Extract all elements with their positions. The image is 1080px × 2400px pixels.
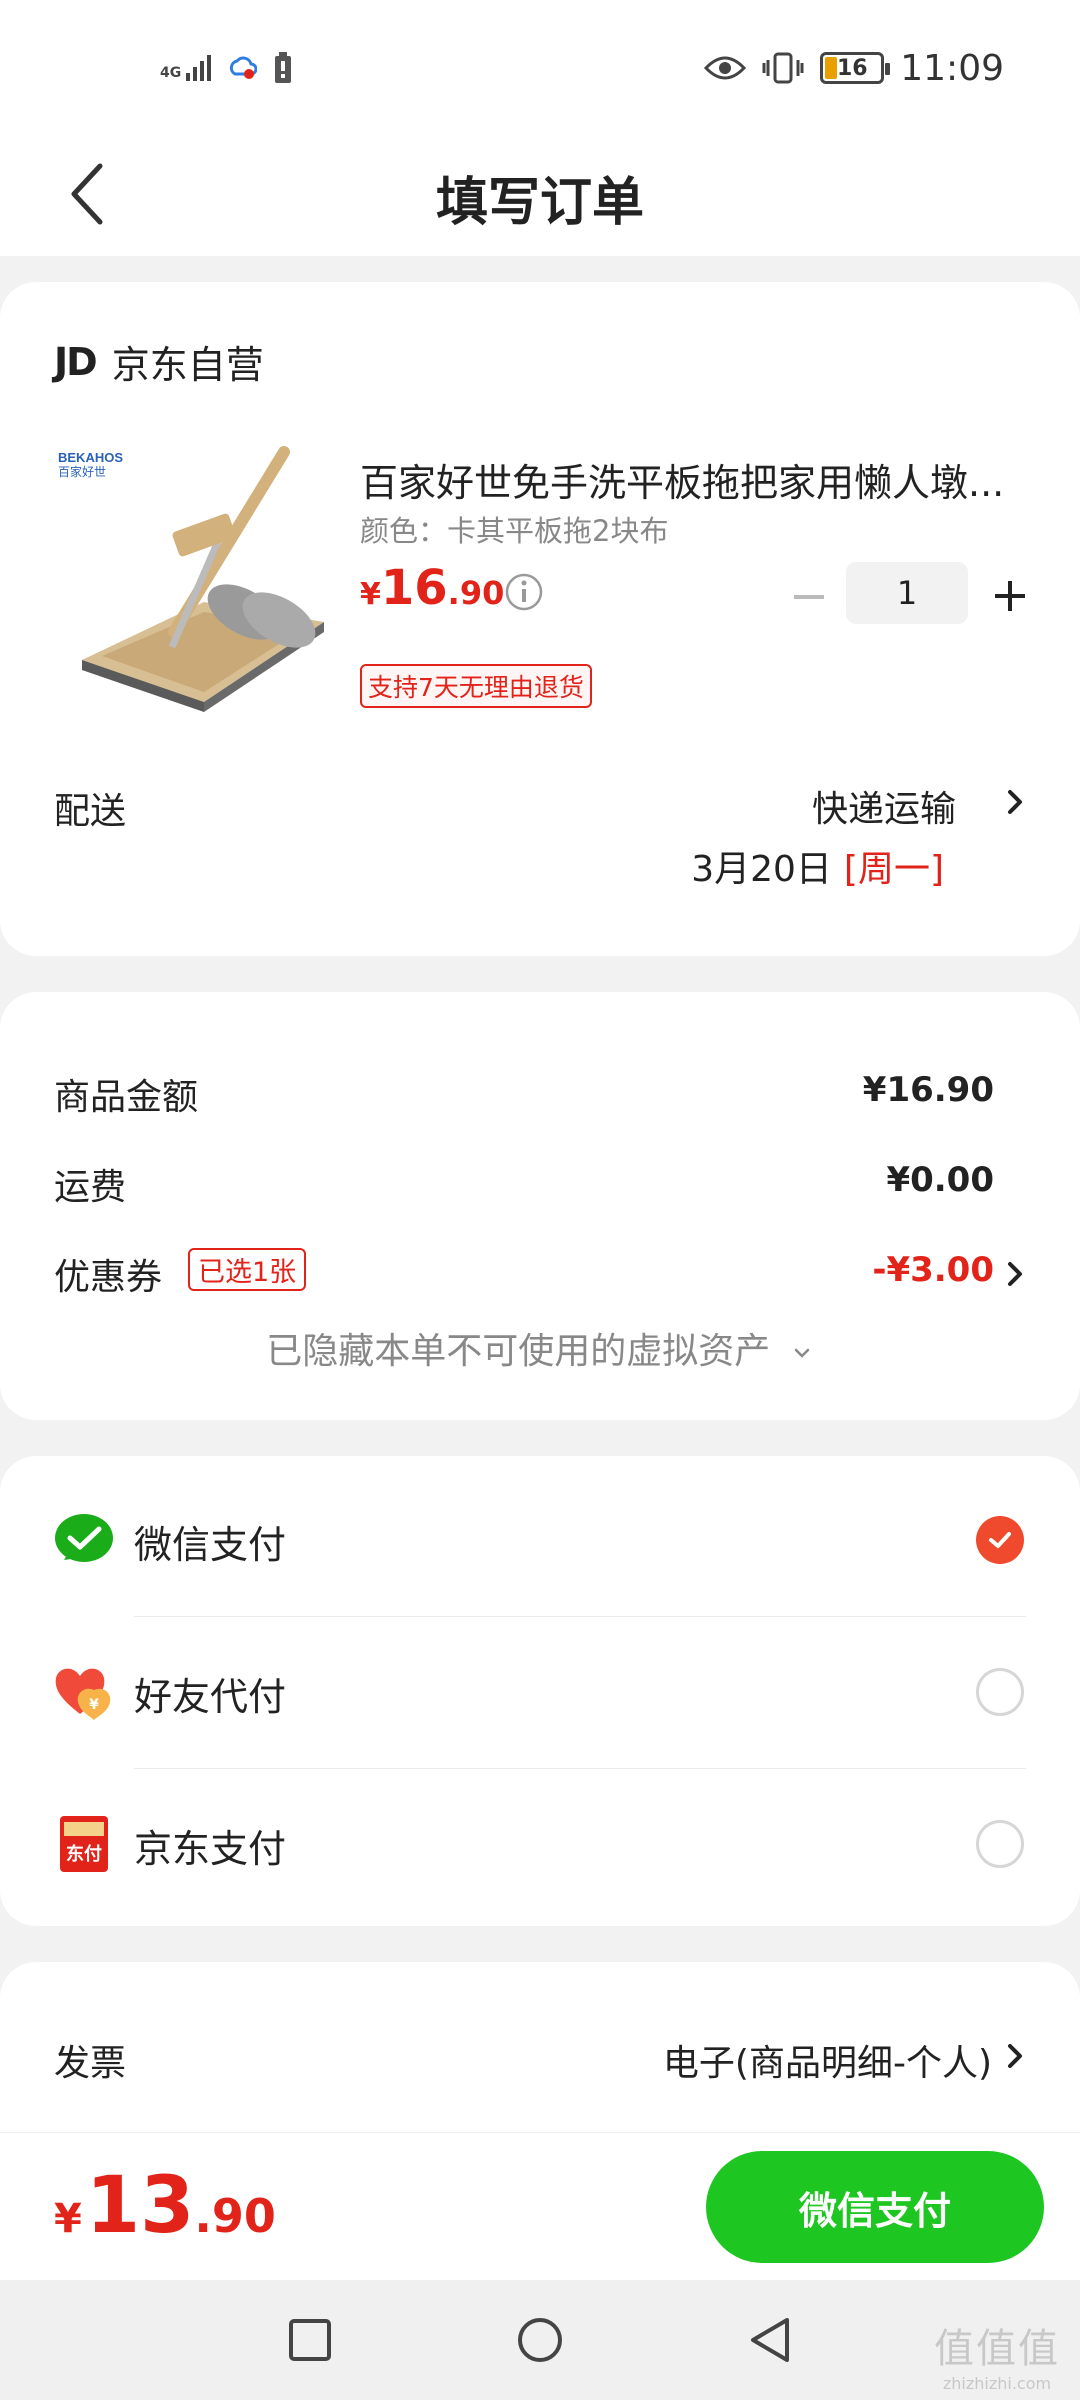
price-integer: 16 [380,560,448,616]
coupon-value[interactable]: -¥3.00 [872,1250,994,1290]
signal-icon: 4G [160,55,212,81]
eye-comfort-icon [704,56,747,80]
triangle-back-icon [751,2318,789,2362]
payment-option-jd[interactable]: 东付 京东支付 [0,1768,1080,1918]
system-nav-bar [0,2280,1080,2400]
total-decimal: .90 [194,2189,276,2243]
friend-pay-icon: ¥ [55,1668,111,1720]
order-item-card: JD 京东自营 BEKAHOS 百家好世 百家好世免手洗平板拖把家用懒人墩...… [0,282,1080,956]
freight-label: 运费 [54,1167,127,1208]
product-price: ¥ 16 .90 [360,560,504,616]
shipping-method[interactable]: 快递运输 [812,780,956,832]
system-back-button[interactable] [740,2310,800,2370]
quantity-decrease-button[interactable] [784,572,834,622]
status-time: 11:09 [900,47,1004,89]
plus-icon [995,581,1025,611]
square-icon [289,2319,331,2361]
info-icon[interactable] [504,572,544,612]
network-type: 4G [160,65,182,81]
svg-text:百家好世: 百家好世 [58,464,106,479]
recent-apps-button[interactable] [280,2310,340,2370]
payment-radio[interactable] [976,1820,1024,1868]
chevron-right-icon[interactable] [1004,2036,1028,2076]
chevron-right-icon[interactable] [1004,1254,1028,1294]
product-image[interactable]: BEKAHOS 百家好世 [54,442,344,712]
circle-icon [518,2318,562,2362]
payment-option-friend[interactable]: ¥ 好友代付 [0,1616,1080,1766]
shipping-date-day: 3月20日 [691,849,832,890]
total-integer: 13 [85,2161,195,2251]
store-header[interactable]: JD 京东自营 [54,334,264,389]
watermark-main: 值值值 [934,2326,1060,2372]
battery-saver-icon [275,52,292,83]
home-button[interactable] [510,2310,570,2370]
payment-radio[interactable] [976,1668,1024,1716]
watermark: 值值值 zhizhizhi.com [922,2316,1072,2393]
svg-text:东付: 东付 [66,1843,102,1865]
status-bar: 4G 16 11:09 [0,0,1080,130]
payment-label: 微信支付 [134,1523,287,1567]
payment-label: 京东支付 [134,1827,287,1871]
coupon-label: 优惠券 [54,1257,163,1298]
battery-level: 16 [836,55,868,81]
price-symbol: ¥ [360,577,381,612]
page-title: 填写订单 [435,173,644,233]
status-left: 4G [160,48,293,88]
chevron-down-icon [794,1348,809,1358]
total-price: ¥ 13 .90 [54,2161,276,2251]
minus-icon [794,595,824,599]
amount-summary-card: 商品金额 ¥16.90 运费 ¥0.00 优惠券 已选1张 -¥3.00 已隐藏… [0,992,1080,1420]
wechat-pay-icon [55,1514,113,1562]
nav-bar: 填写订单 [0,130,1080,256]
shipping-weekday: [周一] [843,849,944,890]
svg-text:¥: ¥ [89,1697,99,1713]
svg-text:BEKAHOS: BEKAHOS [58,450,123,465]
vibrate-icon [762,52,804,84]
invoice-card[interactable]: 发票 电子(商品明细-个人) [0,1962,1080,2142]
payment-option-wechat[interactable]: 微信支付 [0,1464,1080,1614]
watermark-sub: zhizhizhi.com [942,2374,1052,2393]
checkout-bar: ¥ 13 .90 微信支付 [0,2132,1080,2280]
goods-amount-label: 商品金额 [54,1077,199,1118]
shipping-date: 3月20日 [周一] [691,840,944,892]
checkmark-icon [989,1532,1011,1548]
invoice-label: 发票 [54,2043,127,2084]
chevron-right-icon[interactable] [1004,782,1028,822]
store-name: 京东自营 [111,343,264,387]
price-decimal: .90 [447,574,505,612]
quantity-increase-button[interactable] [984,570,1036,622]
hidden-assets-text: 已隐藏本单不可使用的虚拟资产 [266,1331,771,1372]
quantity-input[interactable]: 1 [846,562,968,624]
return-policy-badge: 支持7天无理由退货 [360,664,592,708]
freight-value: ¥0.00 [886,1160,994,1200]
payment-radio-selected[interactable] [976,1516,1024,1564]
total-symbol: ¥ [54,2196,82,2242]
jd-logo: JD [54,339,98,384]
jd-pay-icon: 东付 [60,1816,108,1872]
coupon-selected-badge: 已选1张 [188,1248,307,1291]
hidden-assets-toggle[interactable]: 已隐藏本单不可使用的虚拟资产 [0,1322,1080,1374]
product-title[interactable]: 百家好世免手洗平板拖把家用懒人墩... [360,452,1028,507]
status-right: 16 11:09 [704,44,1004,92]
cloud-sync-icon [230,56,258,79]
payment-method-card: 微信支付 ¥ 好友代付 东付 京东支付 [0,1456,1080,1926]
invoice-value: 电子(商品明细-个人) [662,2043,992,2084]
goods-amount-value: ¥16.90 [862,1070,994,1110]
payment-label: 好友代付 [134,1675,287,1719]
battery-icon: 16 [820,52,891,84]
shipping-label: 配送 [54,791,127,832]
pay-button[interactable]: 微信支付 [706,2151,1044,2263]
product-spec: 颜色：卡其平板拖2块布 [360,514,669,548]
